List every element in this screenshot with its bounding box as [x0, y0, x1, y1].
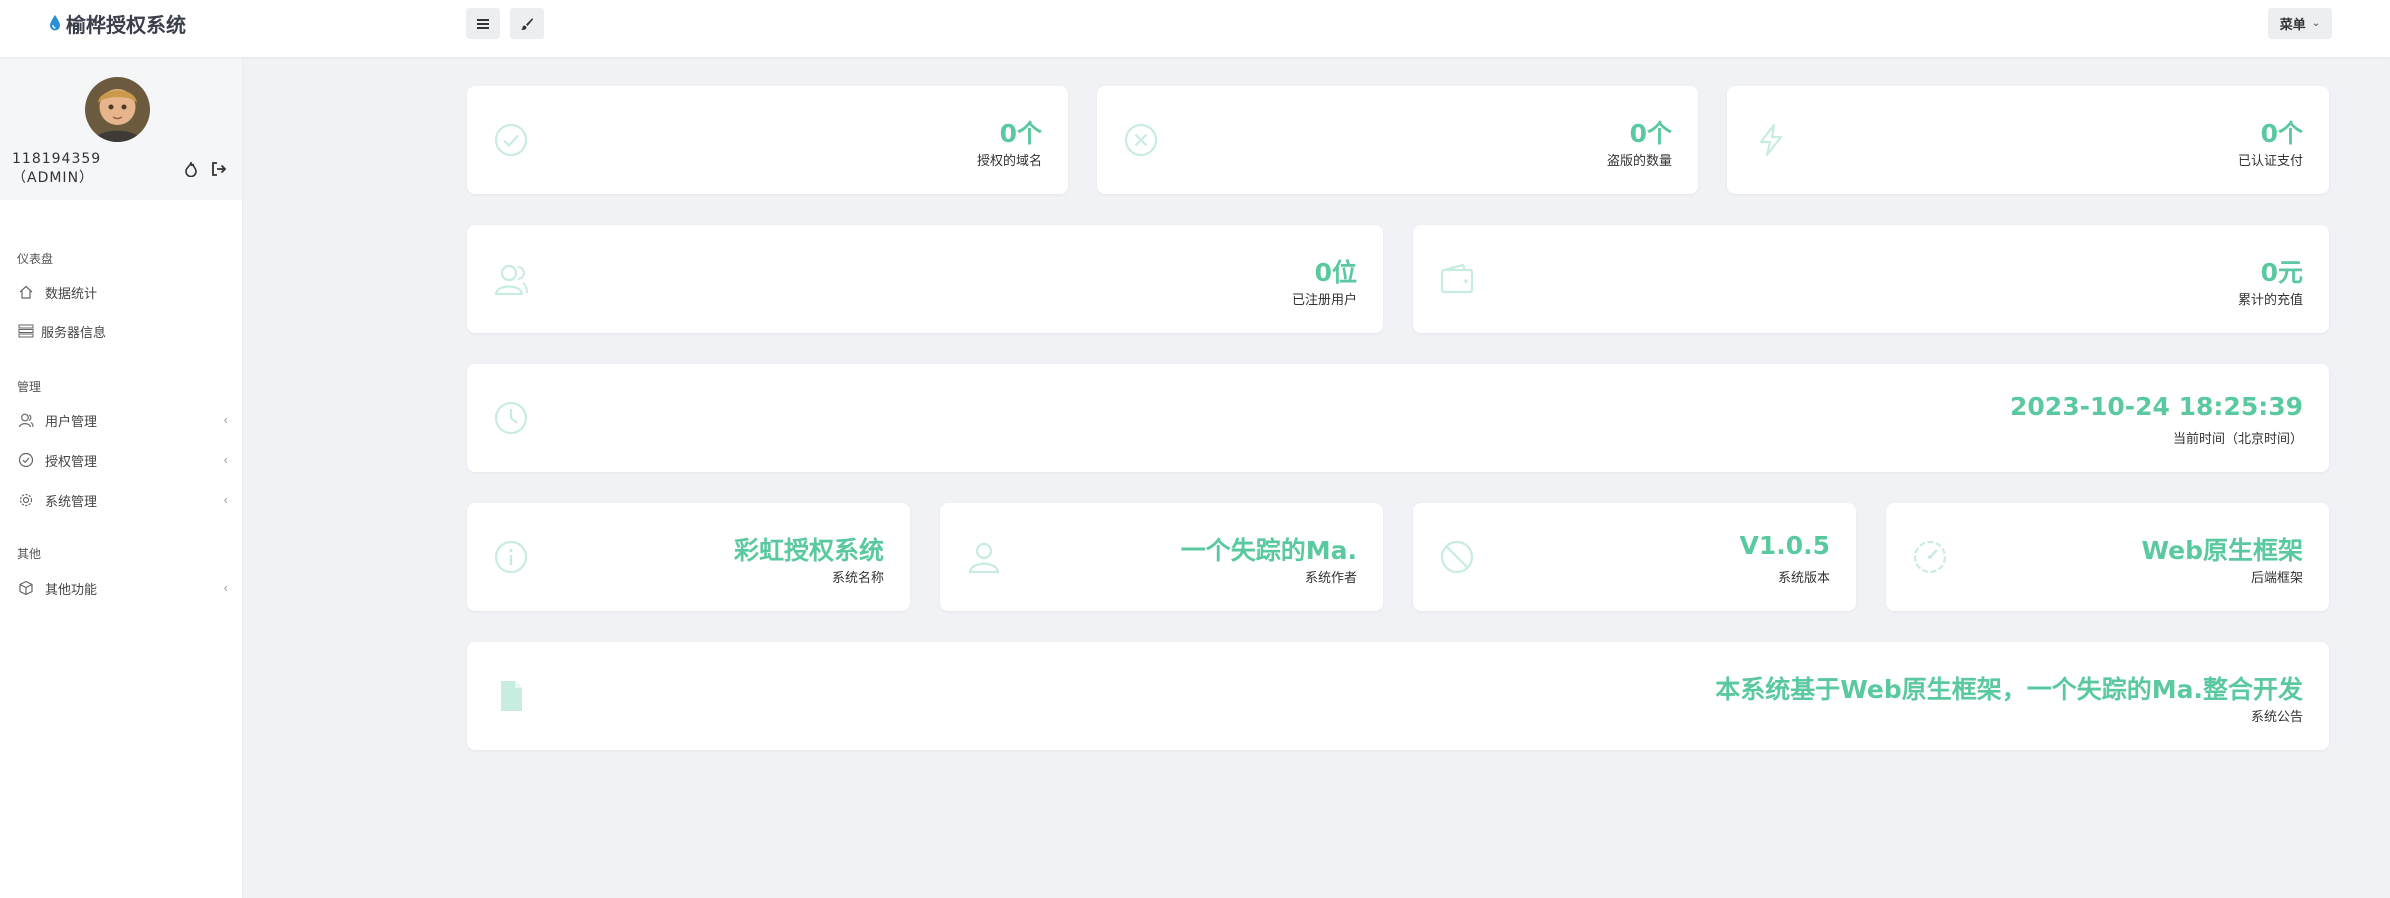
brush-icon — [521, 17, 533, 30]
chevron-left-icon: ‹ — [223, 413, 228, 427]
stat-value: 0元 — [2260, 258, 2303, 287]
nav-section-other: 其他 — [17, 547, 42, 561]
theme-button[interactable] — [510, 8, 544, 39]
box-icon — [17, 579, 35, 597]
logout-icon[interactable] — [208, 158, 230, 180]
info-icon — [494, 540, 528, 574]
username: 118194359（ADMIN） — [12, 151, 102, 186]
card-backend-framework: Web原生框架 后端框架 — [1886, 503, 2329, 611]
sidebar-item-label: 其他功能 — [45, 582, 98, 598]
card-verified-payments: 0个 已认证支付 — [1727, 86, 2329, 194]
card-authorized-domains: 0个 授权的域名 — [467, 86, 1068, 194]
stat-label: 累计的充值 — [2237, 293, 2303, 308]
card-total-recharge: 0元 累计的充值 — [1413, 225, 2329, 333]
stat-label: 授权的域名 — [976, 154, 1042, 169]
app-title: 榆桦授权系统 — [66, 12, 186, 37]
check-circle-icon — [17, 451, 35, 469]
users-icon — [494, 264, 528, 296]
stat-value: 0个 — [1629, 119, 1672, 148]
card-pirated-count: 0个 盗版的数量 — [1097, 86, 1698, 194]
speedometer-icon — [1913, 540, 1947, 574]
chevron-down-icon: ⌄ — [2311, 18, 2321, 29]
brand[interactable]: 榆桦授权系统 — [48, 10, 186, 37]
sidebar-item-label: 数据统计 — [45, 286, 98, 302]
card-registered-users: 0位 已注册用户 — [467, 225, 1383, 333]
stat-label: 后端框架 — [2250, 571, 2303, 586]
stat-value: V1.0.5 — [1739, 531, 1830, 560]
stat-value: 2023-10-24 18:25:39 — [2010, 392, 2303, 421]
stat-value: 0个 — [999, 119, 1042, 148]
stat-value: Web原生框架 — [2141, 536, 2303, 565]
chevron-left-icon: ‹ — [223, 493, 228, 507]
ban-icon — [1440, 540, 1474, 574]
stat-label: 已注册用户 — [1291, 293, 1357, 308]
stat-label: 已认证支付 — [2237, 154, 2303, 169]
menu-label: 菜单 — [2279, 18, 2306, 33]
card-system-name: 彩虹授权系统 系统名称 — [467, 503, 910, 611]
drop-icon — [50, 15, 60, 31]
wallet-icon — [1440, 263, 1474, 294]
document-icon — [501, 681, 522, 711]
sidebar-item-other-functions[interactable]: 其他功能 ‹ — [17, 577, 228, 599]
stat-label: 系统公告 — [2250, 710, 2303, 725]
menu-dropdown-button[interactable]: 菜单 ⌄ — [2268, 8, 2332, 39]
stat-label: 盗版的数量 — [1606, 154, 1672, 169]
top-bar: 榆桦授权系统 菜单 ⌄ — [0, 0, 2390, 57]
sidebar-item-system[interactable]: 系统管理 ‹ — [17, 489, 228, 511]
sidebar: 118194359（ADMIN） 仪表盘 数据统计 服务器信息 管理 用户管理 … — [0, 57, 243, 898]
sidebar-item-label: 服务器信息 — [41, 325, 107, 341]
stat-label: 系统名称 — [831, 571, 884, 586]
chevron-left-icon: ‹ — [223, 581, 228, 595]
profile-panel: 118194359（ADMIN） — [0, 57, 242, 200]
stat-value: 本系统基于Web原生框架，一个失踪的Ma.整合开发 — [1715, 675, 2303, 704]
stat-value: 0位 — [1314, 258, 1357, 287]
stat-value: 彩虹授权系统 — [733, 536, 884, 565]
stat-value: 一个失踪的Ma. — [1180, 536, 1357, 565]
nav-section-dashboard: 仪表盘 — [17, 252, 54, 266]
sidebar-item-statistics[interactable]: 数据统计 — [17, 281, 228, 303]
home-icon — [17, 283, 35, 301]
stat-label: 当前时间（北京时间） — [2172, 432, 2303, 447]
sidebar-item-label: 系统管理 — [45, 494, 98, 510]
card-current-time: 2023-10-24 18:25:39 当前时间（北京时间） — [467, 364, 2329, 472]
card-system-notice: 本系统基于Web原生框架，一个失踪的Ma.整合开发 系统公告 — [467, 642, 2329, 750]
stat-label: 系统作者 — [1304, 571, 1357, 586]
sidebar-item-authorization[interactable]: 授权管理 ‹ — [17, 449, 228, 471]
check-circle-icon — [494, 123, 528, 157]
card-system-version: V1.0.5 系统版本 — [1413, 503, 1856, 611]
card-system-author: 一个失踪的Ma. 系统作者 — [940, 503, 1383, 611]
user-info: 118194359（ADMIN） — [12, 151, 230, 186]
avatar[interactable] — [85, 77, 150, 142]
fire-icon[interactable] — [180, 158, 202, 180]
clock-icon — [494, 401, 528, 435]
sidebar-item-users[interactable]: 用户管理 ‹ — [17, 409, 228, 431]
sidebar-item-server-info[interactable]: 服务器信息 — [17, 320, 228, 342]
chevron-left-icon: ‹ — [223, 453, 228, 467]
lightning-icon — [1759, 123, 1783, 157]
stat-label: 系统版本 — [1777, 571, 1830, 586]
server-icon — [17, 322, 35, 340]
users-icon — [17, 411, 35, 429]
x-circle-icon — [1124, 123, 1158, 157]
user-icon — [968, 542, 1000, 574]
gear-icon — [17, 491, 35, 509]
sidebar-item-label: 授权管理 — [45, 454, 98, 470]
toggle-sidebar-button[interactable] — [466, 8, 500, 39]
stat-value: 0个 — [2260, 119, 2303, 148]
hamburger-icon — [477, 18, 489, 29]
sidebar-item-label: 用户管理 — [45, 414, 98, 430]
nav-section-manage: 管理 — [17, 380, 42, 394]
